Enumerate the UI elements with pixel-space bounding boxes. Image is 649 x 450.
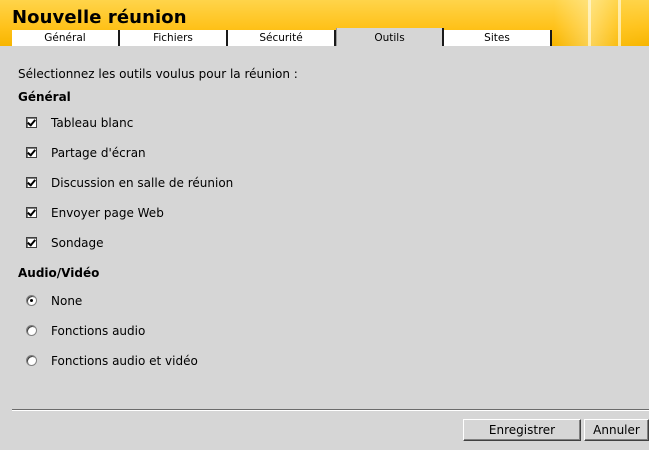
send-webpage-label: Envoyer page Web — [51, 206, 164, 220]
poll-checkbox[interactable] — [26, 237, 37, 248]
tab-general[interactable]: Général — [12, 30, 120, 46]
tab-tools[interactable]: Outils — [336, 28, 444, 46]
none-radio[interactable] — [26, 295, 37, 306]
header-stripe — [588, 0, 591, 46]
audio-video-heading: Audio/Vidéo — [18, 266, 100, 280]
send-webpage-checkbox[interactable] — [26, 207, 37, 218]
header-decoration — [554, 0, 649, 46]
chat-checkbox[interactable] — [26, 177, 37, 188]
audio-video-label: Fonctions audio et vidéo — [51, 354, 198, 368]
chat-label: Discussion en salle de réunion — [51, 176, 234, 190]
tab-files[interactable]: Fichiers — [120, 30, 228, 46]
screen-sharing-checkbox[interactable] — [26, 147, 37, 158]
audio-label: Fonctions audio — [51, 324, 146, 338]
instruction-text: Sélectionnez les outils voulus pour la r… — [18, 67, 298, 81]
whiteboard-label: Tableau blanc — [51, 116, 134, 130]
tab-sites[interactable]: Sites — [444, 30, 552, 46]
audio-radio[interactable] — [26, 325, 37, 336]
tab-bar: Général Fichiers Sécurité Outils Sites — [12, 28, 552, 46]
footer-divider — [12, 409, 649, 411]
whiteboard-checkbox[interactable] — [26, 117, 37, 128]
header-stripe — [618, 0, 621, 46]
none-label: None — [51, 294, 83, 308]
screen-sharing-label: Partage d'écran — [51, 146, 146, 160]
audio-video-radio[interactable] — [26, 355, 37, 366]
tab-security[interactable]: Sécurité — [228, 30, 336, 46]
page-title: Nouvelle réunion — [12, 7, 187, 28]
tools-panel: Sélectionnez les outils voulus pour la r… — [12, 46, 649, 450]
cancel-button[interactable]: Annuler — [584, 419, 649, 441]
general-heading: Général — [18, 90, 71, 104]
save-button[interactable]: Enregistrer — [463, 419, 581, 441]
poll-label: Sondage — [51, 236, 104, 250]
